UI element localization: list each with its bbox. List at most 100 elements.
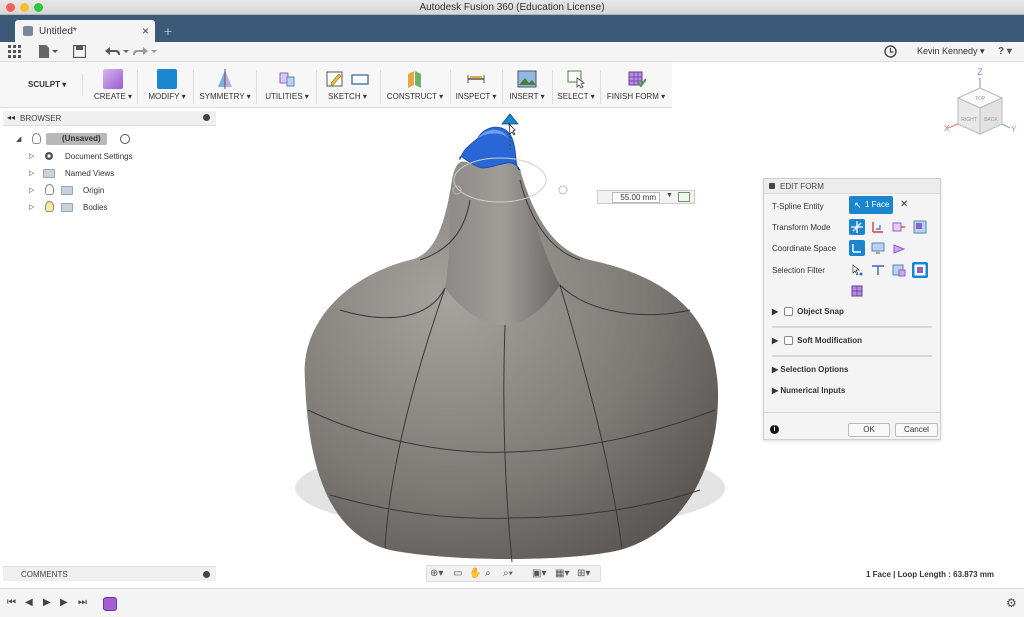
step-forward-icon[interactable]: ▶︎ bbox=[60, 597, 68, 608]
help-menu[interactable]: ? ▾ bbox=[998, 45, 1012, 59]
viewcube[interactable]: Z TOP RIGHT BACK X Y bbox=[940, 66, 1020, 141]
tspline-entity-selection[interactable]: ↖ 1 Face bbox=[849, 196, 893, 214]
look-at-icon[interactable]: ▭ bbox=[453, 568, 462, 579]
grid-settings-icon[interactable]: ▦▾ bbox=[555, 568, 569, 579]
sketch-menu[interactable]: SKETCH ▾ bbox=[320, 66, 375, 106]
window-title: Autodesk Fusion 360 (Education License) bbox=[419, 2, 605, 13]
expand-triangle-icon[interactable]: ▷ bbox=[29, 169, 34, 177]
filter-tspline-body-icon[interactable] bbox=[849, 283, 865, 299]
object-snap-label: Object Snap bbox=[797, 307, 844, 316]
measure-icon bbox=[467, 75, 485, 83]
measure-mode-icon[interactable] bbox=[678, 192, 690, 202]
file-menu-icon[interactable] bbox=[38, 45, 58, 59]
browser-root-item[interactable]: ◢ (Unsaved) bbox=[16, 133, 216, 147]
close-tab-icon[interactable]: × bbox=[142, 24, 149, 38]
object-snap-checkbox[interactable] bbox=[784, 307, 794, 317]
go-to-end-icon[interactable]: ⏭ bbox=[78, 597, 87, 608]
browser-item-bodies[interactable]: ▷ Bodies bbox=[29, 201, 219, 215]
edit-form-header[interactable]: EDIT FORM bbox=[764, 179, 940, 194]
expand-triangle-icon[interactable]: ▷ bbox=[29, 152, 34, 160]
move-arrow-icon[interactable] bbox=[501, 113, 519, 125]
play-icon[interactable]: ▶︎ bbox=[43, 597, 51, 608]
create-menu[interactable]: CREATE ▾ bbox=[93, 66, 133, 106]
utilities-menu[interactable]: UTILITIES ▾ bbox=[261, 66, 313, 106]
workspace-selector[interactable]: SCULPT ▾ bbox=[8, 74, 83, 96]
soft-modification-section[interactable]: ▶ Soft Modification bbox=[772, 336, 862, 346]
symmetry-menu[interactable]: SYMMETRY ▾ bbox=[199, 66, 251, 106]
info-icon[interactable]: i bbox=[770, 425, 779, 434]
collapse-triangle-icon[interactable]: ◢ bbox=[16, 135, 21, 143]
expand-triangle-icon[interactable]: ▷ bbox=[29, 186, 34, 194]
visibility-bulb-icon[interactable] bbox=[32, 133, 41, 144]
distance-input[interactable]: 55.00 mm bbox=[612, 192, 660, 203]
expand-triangle-icon[interactable]: ▷ bbox=[29, 203, 34, 211]
coordinate-world-icon[interactable] bbox=[849, 240, 865, 256]
selection-options-section[interactable]: ▶ Selection Options bbox=[772, 365, 848, 374]
visibility-bulb-icon[interactable] bbox=[45, 201, 54, 212]
step-back-icon[interactable]: ◀︎ bbox=[25, 597, 33, 608]
clock-icon[interactable] bbox=[884, 45, 897, 59]
display-settings-icon[interactable]: ▣▾ bbox=[532, 568, 546, 579]
timeline-settings-gear-icon[interactable]: ⚙ bbox=[1006, 596, 1017, 610]
cancel-button[interactable]: Cancel bbox=[895, 423, 938, 437]
redo-icon[interactable] bbox=[133, 45, 159, 59]
construct-menu[interactable]: CONSTRUCT ▾ bbox=[384, 66, 446, 106]
coordinate-local-icon[interactable] bbox=[891, 240, 907, 256]
soft-modification-checkbox[interactable] bbox=[784, 336, 794, 346]
timeline-form-feature[interactable] bbox=[103, 597, 117, 611]
document-tab[interactable]: Untitled* × bbox=[15, 20, 155, 42]
filter-edge-icon[interactable] bbox=[870, 262, 886, 278]
navigation-bar: ⊕▾ ▭ ✋ ⌕ ⌕▾ ▣▾ ▦▾ ⊞▾ bbox=[426, 565, 601, 582]
pan-icon[interactable]: ✋ bbox=[469, 568, 481, 579]
browser-panel-header[interactable]: ◂◂ BROWSER bbox=[3, 111, 216, 126]
viewports-icon[interactable]: ⊞▾ bbox=[577, 568, 590, 579]
panel-menu-icon[interactable] bbox=[769, 183, 775, 189]
undo-icon[interactable] bbox=[103, 45, 129, 59]
transform-multi-icon[interactable] bbox=[849, 219, 865, 235]
model-viewport[interactable] bbox=[220, 110, 800, 570]
browser-item-named-views[interactable]: ▷ Named Views bbox=[29, 167, 219, 181]
fit-icon[interactable]: ⌕▾ bbox=[503, 568, 513, 579]
zoom-icon[interactable]: ⌕ bbox=[485, 568, 491, 579]
symmetry-icon bbox=[218, 69, 232, 89]
insert-menu[interactable]: INSERT ▾ bbox=[506, 66, 548, 106]
visibility-bulb-icon[interactable] bbox=[45, 184, 54, 195]
clear-selection-icon[interactable]: ✕ bbox=[900, 199, 908, 210]
activate-radio-icon[interactable] bbox=[120, 134, 130, 144]
selection-filter-label: Selection Filter bbox=[772, 266, 825, 275]
finish-form-menu[interactable]: FINISH FORM ▾ bbox=[604, 66, 668, 106]
filter-vertex-icon[interactable] bbox=[849, 262, 865, 278]
filter-face-icon[interactable] bbox=[891, 262, 907, 278]
insert-image-icon bbox=[517, 70, 537, 88]
grid-menu-icon[interactable] bbox=[8, 45, 21, 59]
construct-menu-label: CONSTRUCT ▾ bbox=[386, 92, 444, 101]
user-menu[interactable]: Kevin Kennedy ▾ bbox=[917, 46, 985, 57]
filter-body-icon[interactable] bbox=[912, 262, 928, 278]
create-menu-label: CREATE ▾ bbox=[93, 92, 133, 101]
transform-scale-icon[interactable] bbox=[912, 219, 928, 235]
transform-rotate-icon[interactable] bbox=[891, 219, 907, 235]
comments-pin-icon[interactable] bbox=[203, 571, 210, 578]
new-tab-button[interactable]: + bbox=[160, 23, 176, 39]
select-menu[interactable]: SELECT ▾ bbox=[556, 66, 596, 106]
select-menu-label: SELECT ▾ bbox=[557, 92, 595, 101]
object-snap-section[interactable]: ▶ Object Snap bbox=[772, 307, 844, 317]
save-icon[interactable] bbox=[72, 44, 87, 59]
coordinate-view-icon[interactable] bbox=[870, 240, 886, 256]
edit-form-panel: EDIT FORM T-Spline Entity ↖ 1 Face ✕ Tra… bbox=[763, 178, 941, 440]
collapse-browser-icon[interactable]: ◂◂ bbox=[7, 113, 15, 122]
modify-menu[interactable]: MODIFY ▾ bbox=[145, 66, 189, 106]
browser-item-document-settings[interactable]: ▷ Document Settings bbox=[29, 150, 219, 164]
comments-panel[interactable]: COMMENTS bbox=[3, 566, 216, 581]
transform-translate-icon[interactable] bbox=[870, 219, 886, 235]
go-to-start-icon[interactable]: ⏮ bbox=[7, 597, 16, 608]
browser-pin-icon[interactable] bbox=[203, 114, 210, 121]
selection-options-label: Selection Options bbox=[780, 365, 849, 374]
orbit-icon[interactable]: ⊕▾ bbox=[430, 568, 443, 579]
bodies-label: Bodies bbox=[83, 203, 108, 212]
ok-button[interactable]: OK bbox=[848, 423, 890, 437]
browser-item-origin[interactable]: ▷ Origin bbox=[29, 184, 219, 198]
inspect-menu[interactable]: INSPECT ▾ bbox=[454, 66, 498, 106]
numerical-inputs-section[interactable]: ▶ Numerical Inputs bbox=[772, 386, 845, 395]
chevron-down-icon[interactable]: ▼ bbox=[666, 192, 673, 199]
